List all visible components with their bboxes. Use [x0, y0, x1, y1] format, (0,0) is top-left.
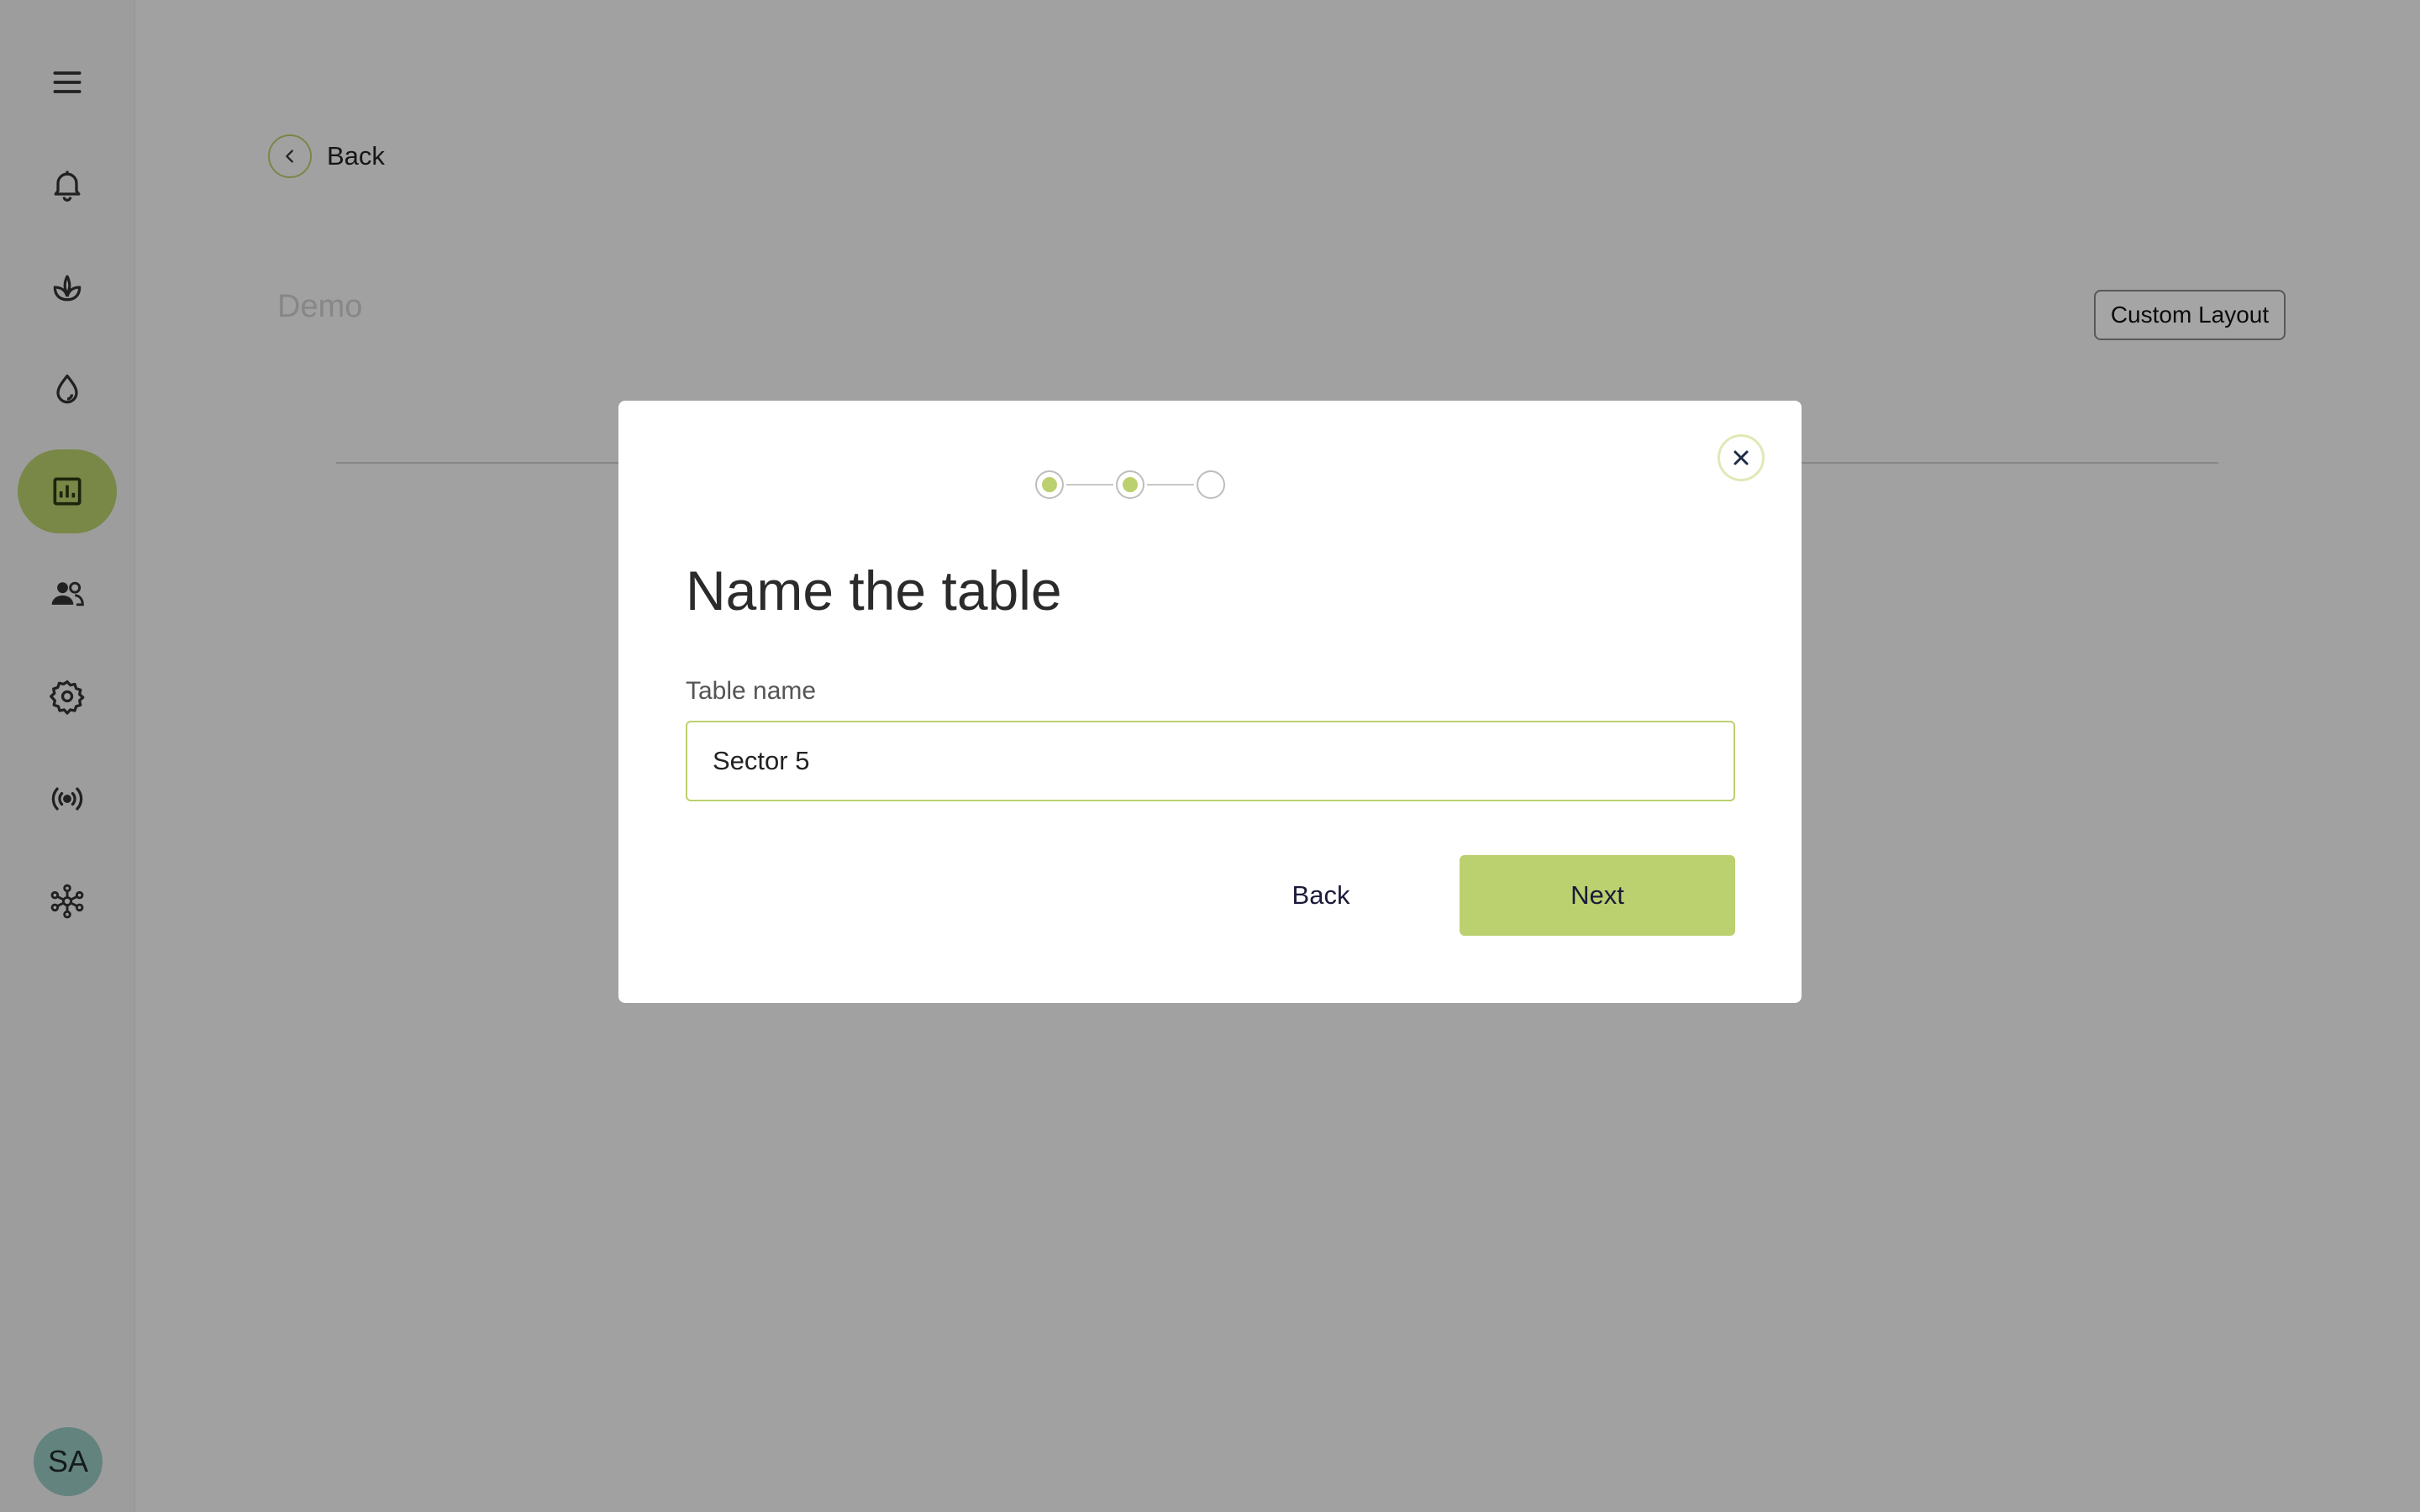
- table-name-input[interactable]: [686, 721, 1735, 801]
- stepper: [1035, 470, 1225, 499]
- step-2-current: [1116, 470, 1144, 499]
- close-icon: [1733, 450, 1749, 465]
- next-button[interactable]: Next: [1460, 855, 1735, 936]
- name-table-dialog: Name the table Table name Back Next: [618, 401, 1802, 1003]
- close-button[interactable]: [1718, 434, 1765, 481]
- step-connector: [1066, 484, 1113, 486]
- back-button[interactable]: Back: [1254, 855, 1388, 936]
- table-name-label: Table name: [686, 677, 817, 705]
- dialog-title: Name the table: [686, 559, 1062, 622]
- step-1-done: [1035, 470, 1064, 499]
- step-connector: [1147, 484, 1194, 486]
- step-3-pending: [1197, 470, 1225, 499]
